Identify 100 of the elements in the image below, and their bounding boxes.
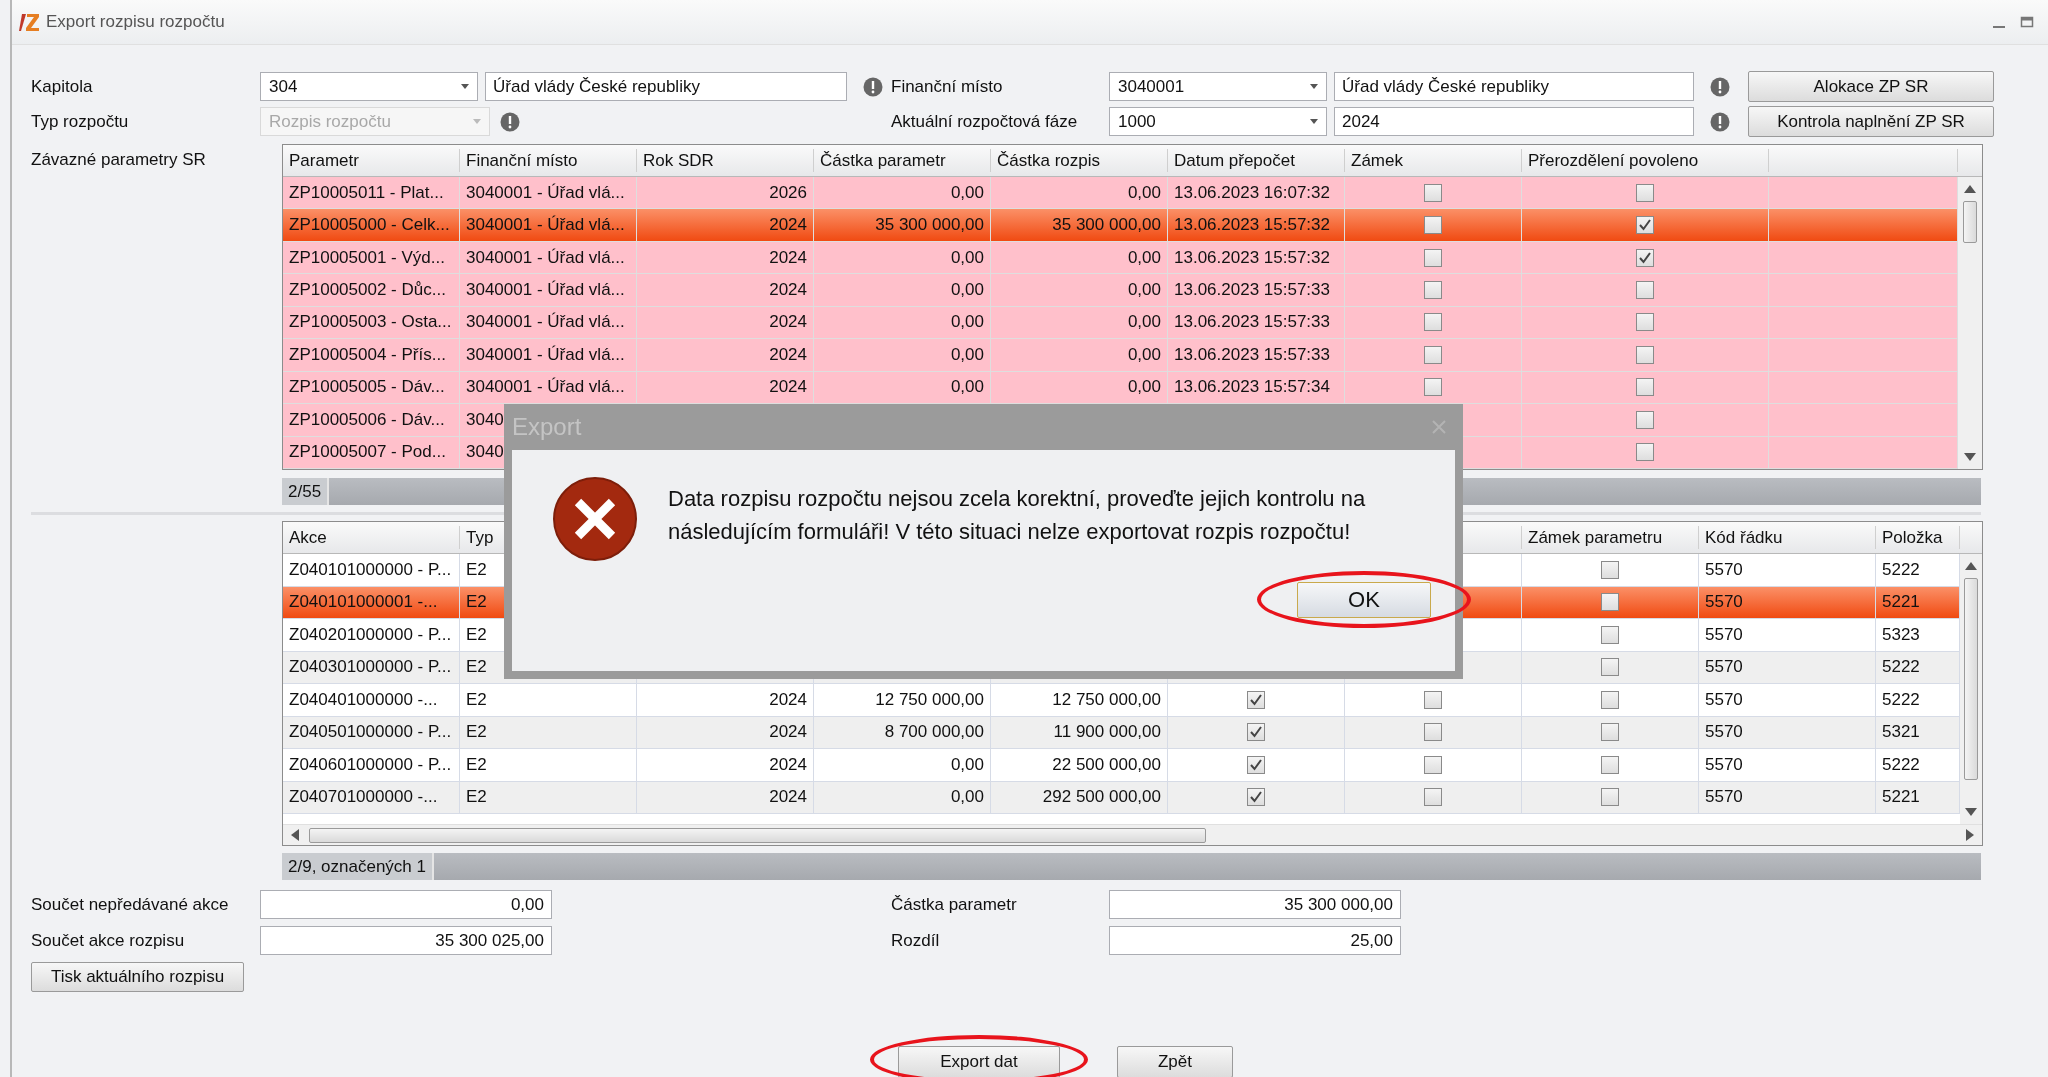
checkbox[interactable] [1601,723,1619,742]
allocation-button[interactable]: Alokace ZP SR [1748,71,1994,102]
column-header[interactable]: Kód řádku [1699,526,1876,549]
info-icon[interactable] [1710,76,1730,97]
checkbox[interactable] [1424,183,1442,202]
dropdown[interactable]: 304 [260,72,478,101]
checkbox[interactable] [1247,690,1265,709]
checkbox[interactable] [1601,625,1619,644]
checkbox[interactable] [1601,755,1619,774]
number-field[interactable]: 35 300 025,00 [260,926,552,955]
table-cell: Z040601000000 - P... [283,749,460,782]
field-label: Částka parametr [891,894,1018,915]
table-row[interactable]: ZP10005004 - Přís... 3040001 - Úřad vlá... 2024 0,00 0,00 13.06.2023 15:57:33 [283,339,1958,372]
table-cell: 2024 [637,749,814,782]
text-field[interactable]: Úřad vlády České republiky [485,72,847,101]
checkbox[interactable] [1601,593,1619,612]
column-header[interactable]: Přerozdělení povoleno [1522,149,1769,172]
table-row[interactable]: ZP10005003 - Osta... 3040001 - Úřad vlá... 2024 0,00 0,00 13.06.2023 15:57:33 [283,306,1958,340]
column-header[interactable]: Položka [1876,526,1960,549]
checkbox[interactable] [1247,755,1265,774]
column-header[interactable]: Datum přepočet [1168,149,1345,172]
column-header[interactable]: Zámek parametru [1522,526,1699,549]
scroll-down-icon[interactable] [1964,453,1976,461]
check-button[interactable]: Kontrola naplnění ZP SR [1748,106,1994,137]
scrollbar[interactable] [1958,177,1982,469]
table-cell: ZP10005004 - Přís... [283,339,460,372]
column-header[interactable]: Akce [283,526,460,549]
column-header[interactable]: Rok SDR [637,149,814,172]
scrollbar[interactable] [1960,554,1982,824]
checkbox[interactable] [1601,658,1619,677]
scroll-up-icon[interactable] [1965,562,1977,570]
checkbox[interactable] [1424,345,1442,364]
checkbox[interactable] [1636,248,1654,267]
checkbox[interactable] [1636,216,1654,235]
checkbox[interactable] [1636,410,1654,429]
table-row[interactable]: Z040501000000 - P... E2 2024 8 700 000,00 11 900 000,00 5570 5321 [283,716,1960,749]
scroll-thumb[interactable] [309,827,1206,843]
checkbox[interactable] [1424,723,1442,742]
table-row[interactable]: ZP10005001 - Výd... 3040001 - Úřad vlá... 2024 0,00 0,00 13.06.2023 15:57:32 [283,241,1958,275]
table-row[interactable]: ZP10005000 - Celk... 3040001 - Úřad vlá... 2024 35 300 000,00 35 300 000,00 13.06.2023 15:57:32 [283,209,1958,242]
table-cell: 13.06.2023 15:57:33 [1168,274,1345,307]
table-row[interactable]: Z040401000000 -... E2 2024 12 750 000,00 12 750 000,00 5570 5222 [283,684,1960,717]
footer-button[interactable]: Zpět [1117,1046,1233,1077]
dropdown[interactable]: 3040001 [1109,72,1327,101]
table-row[interactable]: Z040601000000 - P... E2 2024 0,00 22 500 000,00 5570 5222 [283,749,1960,782]
checkbox[interactable] [1424,281,1442,300]
number-field[interactable]: 25,00 [1109,926,1401,955]
table-cell: 35 300 000,00 [991,209,1168,242]
table-row[interactable]: ZP10005011 - Plat... 3040001 - Úřad vlá... 2026 0,00 0,00 13.06.2023 16:07:32 [283,177,1958,210]
footer-button[interactable]: Export dat [898,1046,1060,1077]
column-header[interactable]: Částka rozpis [991,149,1168,172]
scroll-up-icon[interactable] [1964,185,1976,193]
column-header[interactable]: Částka parametr [814,149,991,172]
table-cell: 2024 [637,274,814,307]
checkbox[interactable] [1424,378,1442,397]
print-button[interactable]: Tisk aktuálního rozpisu [31,962,244,992]
table-row[interactable]: Z040701000000 -... E2 2024 0,00 292 500 000,00 5570 5221 [283,781,1960,814]
info-icon[interactable] [1710,111,1730,132]
scroll-right-icon[interactable] [1966,829,1974,841]
scroll-thumb[interactable] [1964,578,1978,780]
scroll-thumb[interactable] [1963,201,1977,243]
checkbox[interactable] [1601,560,1619,579]
column-header[interactable]: Zámek [1345,149,1522,172]
checkbox[interactable] [1424,755,1442,774]
checkbox[interactable] [1601,690,1619,709]
table-cell: 5570 [1699,749,1876,782]
checkbox[interactable] [1636,313,1654,332]
checkbox[interactable] [1424,788,1442,807]
column-header[interactable]: Finanční místo [460,149,637,172]
table-row[interactable]: ZP10005005 - Dáv... 3040001 - Úřad vlá... 2024 0,00 0,00 13.06.2023 15:57:34 [283,371,1958,405]
checkbox[interactable] [1636,345,1654,364]
table-cell: 5570 [1699,554,1876,587]
checkbox[interactable] [1424,313,1442,332]
checkbox[interactable] [1424,690,1442,709]
checkbox[interactable] [1636,378,1654,397]
checkbox[interactable] [1636,183,1654,202]
text-field[interactable]: 2024 [1334,107,1694,136]
scroll-left-icon[interactable] [291,829,299,841]
info-icon[interactable] [500,111,520,132]
checkbox[interactable] [1247,723,1265,742]
column-header[interactable]: Parametr [283,149,460,172]
number-field[interactable]: 35 300 000,00 [1109,890,1401,919]
checkbox[interactable] [1636,443,1654,462]
info-icon[interactable] [863,76,883,97]
checkbox[interactable] [1636,281,1654,300]
text-field[interactable]: Úřad vlády České republiky [1334,72,1694,101]
maximize-icon[interactable] [2020,15,2034,29]
table-row[interactable]: ZP10005002 - Důc... 3040001 - Úřad vlá... 2024 0,00 0,00 13.06.2023 15:57:33 [283,274,1958,307]
field-label: Rozdíl [891,930,941,951]
checkbox[interactable] [1424,248,1442,267]
scroll-down-icon[interactable] [1965,808,1977,816]
number-field[interactable]: 0,00 [260,890,552,919]
checkbox[interactable] [1601,788,1619,807]
dropdown[interactable]: 1000 [1109,107,1327,136]
table-cell: 2024 [637,209,814,242]
checkbox[interactable] [1247,788,1265,807]
table-cell: 0,00 [814,274,991,307]
ok-button[interactable]: OK [1297,582,1431,618]
checkbox[interactable] [1424,216,1442,235]
horizontal-scrollbar[interactable] [283,824,1982,845]
